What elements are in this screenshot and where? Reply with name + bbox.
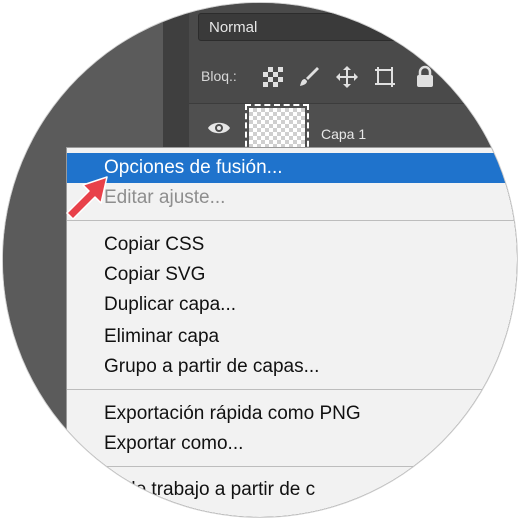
menu-item-exportar-como[interactable]: Exportar como... bbox=[67, 429, 517, 459]
menu-separator bbox=[67, 220, 517, 221]
layer-thumbnail[interactable] bbox=[245, 104, 309, 156]
layer-name[interactable]: Capa 1 bbox=[321, 126, 366, 142]
eye-icon[interactable] bbox=[207, 120, 231, 136]
menu-item-duplicar-capa[interactable]: Duplicar capa... bbox=[67, 290, 517, 320]
menu-item-mesa-de-trabajo[interactable]: de trabajo a partir de c bbox=[67, 475, 517, 505]
magnifier-lens: Normal Bloq.: Capa 1 Opciones de fusión.… bbox=[3, 3, 517, 517]
menu-item-editar-ajuste: Editar ajuste... bbox=[104, 187, 226, 208]
lock-icon[interactable] bbox=[413, 65, 437, 89]
menu-item-grupo-a-partir-de-capas[interactable]: Grupo a partir de capas... bbox=[67, 352, 517, 382]
menu-item-copiar-svg[interactable]: Copiar SVG bbox=[67, 260, 517, 290]
pointer-arrow-icon bbox=[66, 176, 108, 220]
lock-toolbar: Bloq.: bbox=[189, 59, 517, 95]
menu-item-eliminar-capa[interactable]: Eliminar capa bbox=[67, 322, 517, 352]
menu-separator bbox=[67, 466, 517, 467]
lock-label: Bloq.: bbox=[201, 68, 237, 84]
artboard-icon[interactable] bbox=[373, 65, 397, 89]
menu-item-copiar-css[interactable]: Copiar CSS bbox=[67, 230, 517, 260]
context-menu: Opciones de fusión... Editar ajuste... C… bbox=[66, 147, 517, 517]
menu-item-opciones-de-fusion[interactable]: Opciones de fusión... bbox=[67, 153, 517, 183]
move-icon[interactable] bbox=[335, 65, 359, 89]
lock-transparent-pixels-icon[interactable] bbox=[261, 65, 285, 89]
menu-separator bbox=[67, 389, 517, 390]
blend-mode-select[interactable]: Normal bbox=[198, 13, 517, 41]
menu-item-exportacion-rapida-png[interactable]: Exportación rápida como PNG bbox=[67, 399, 517, 429]
brush-icon[interactable] bbox=[297, 65, 321, 89]
